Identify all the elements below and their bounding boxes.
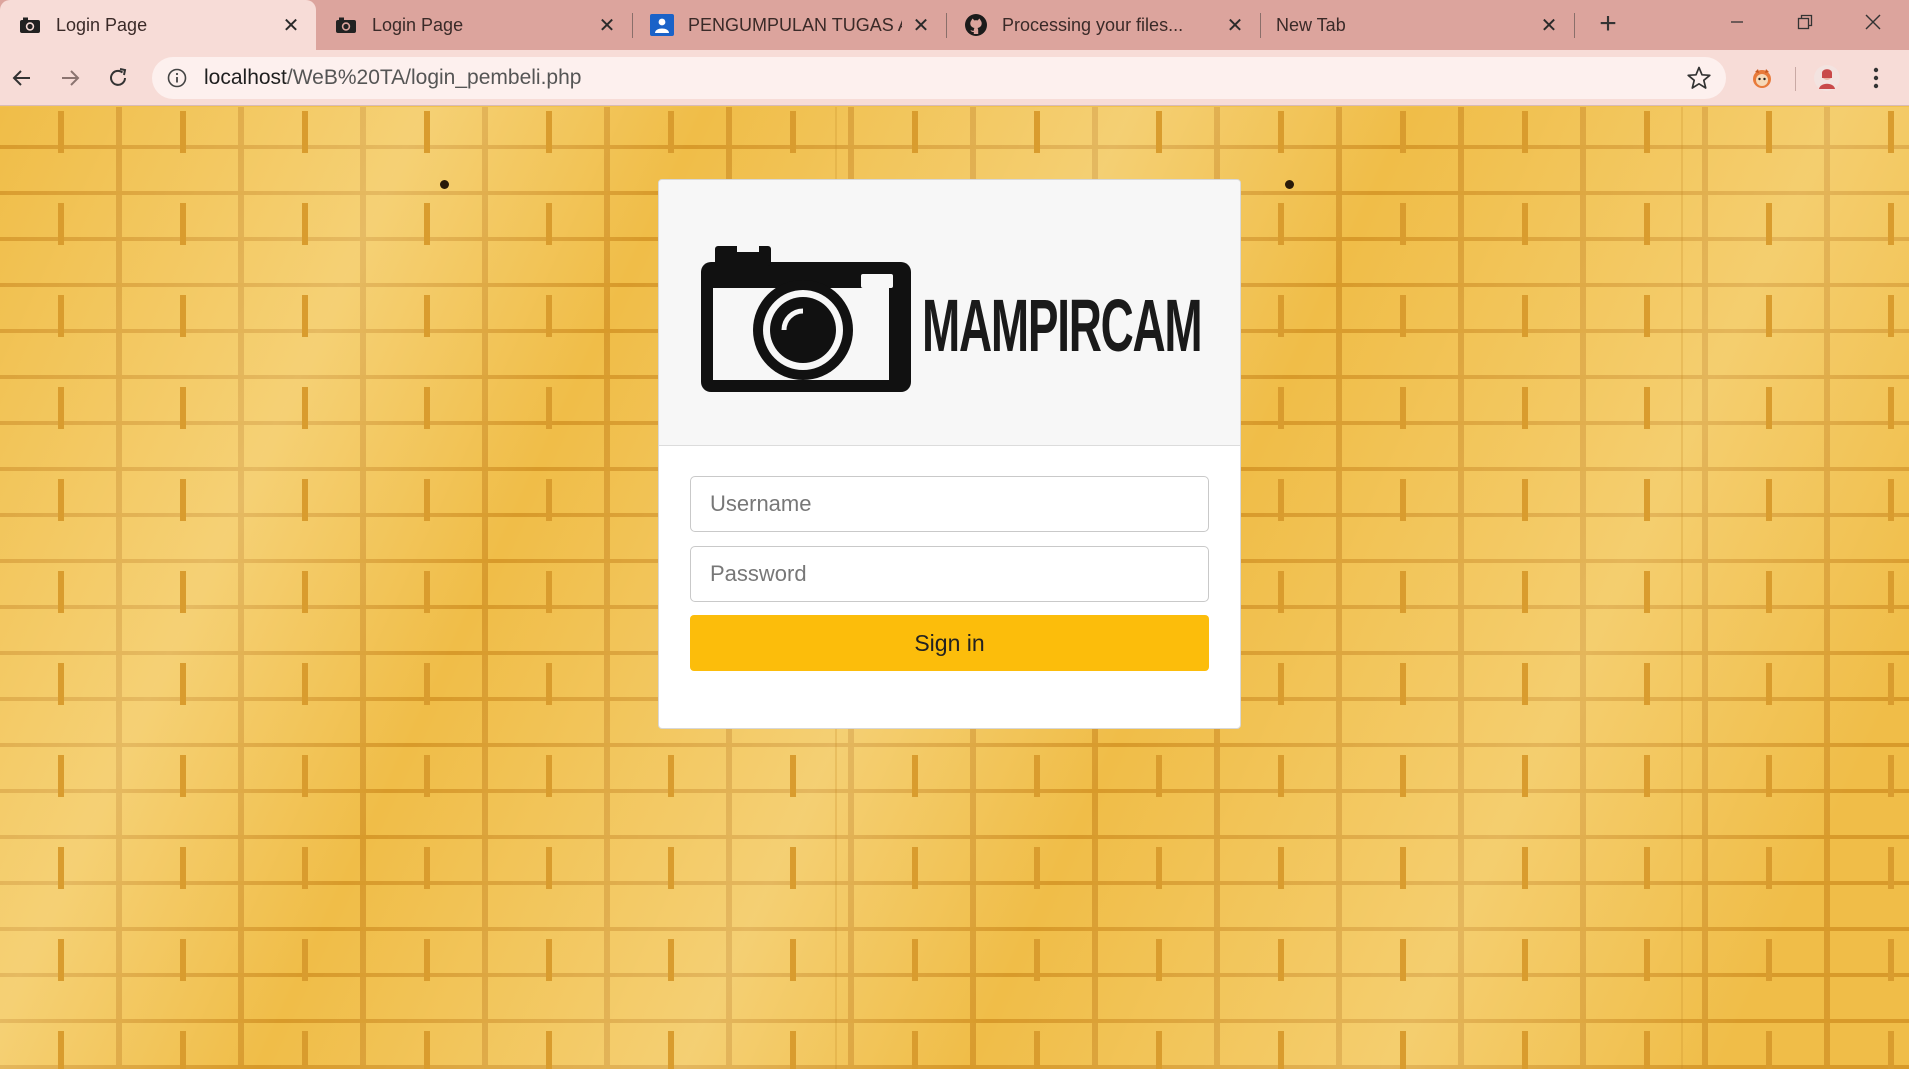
url-host: localhost [204, 66, 287, 89]
tab-title: PENGUMPULAN TUGAS AK [688, 14, 902, 35]
browser-toolbar: localhost/WeB%20TA/login_pembeli.php [0, 50, 1909, 106]
username-input[interactable] [690, 476, 1209, 532]
tab-pengumpulan-tugas[interactable]: PENGUMPULAN TUGAS AK ✕ [632, 0, 946, 50]
wall-nail [440, 180, 449, 189]
menu-dots-icon[interactable] [1860, 62, 1892, 94]
tab-new-tab[interactable]: New Tab ✕ [1260, 0, 1574, 50]
brick-pattern [0, 1031, 1909, 1069]
url-text: localhost/WeB%20TA/login_pembeli.php [204, 66, 581, 90]
login-card-header: MAMPIRCAM [659, 180, 1240, 446]
camera-icon [18, 13, 42, 37]
profile-avatar[interactable] [1811, 62, 1843, 94]
tab-separator [1574, 13, 1575, 38]
back-icon[interactable] [6, 62, 38, 94]
brick-pattern [0, 847, 1909, 889]
github-icon [964, 13, 988, 37]
toolbar-divider [1795, 67, 1796, 91]
brick-pattern [0, 111, 1909, 153]
brand-name: MAMPIRCAM [922, 284, 1203, 367]
close-icon[interactable]: ✕ [280, 14, 302, 37]
tab-processing-files[interactable]: Processing your files... ✕ [946, 0, 1260, 50]
new-tab-button[interactable]: + [1592, 9, 1624, 41]
password-input[interactable] [690, 546, 1209, 602]
url-path: /WeB%20TA/login_pembeli.php [286, 66, 582, 89]
close-icon[interactable]: ✕ [1538, 14, 1560, 37]
address-bar[interactable]: localhost/WeB%20TA/login_pembeli.php [152, 57, 1726, 99]
close-icon[interactable]: ✕ [596, 14, 618, 37]
close-icon[interactable]: ✕ [910, 14, 932, 37]
brick-pattern [0, 755, 1909, 797]
camera-logo-icon [701, 244, 911, 392]
window-close-icon[interactable] [1839, 0, 1907, 44]
login-card: MAMPIRCAM Sign in [658, 179, 1241, 729]
wall-nail [1285, 180, 1294, 189]
tab-strip: Login Page ✕ Login Page ✕ PENGUMPULAN TU… [0, 0, 1909, 50]
tab-login-page-2[interactable]: Login Page ✕ [316, 0, 632, 50]
close-icon[interactable]: ✕ [1224, 14, 1246, 37]
tab-title: New Tab [1276, 14, 1346, 35]
extension-icon[interactable] [1746, 62, 1778, 94]
bookmark-star-icon[interactable] [1686, 65, 1712, 91]
tab-login-page-1[interactable]: Login Page ✕ [0, 0, 316, 50]
reload-icon[interactable] [102, 62, 134, 94]
tab-title: Processing your files... [1002, 14, 1184, 35]
brick-pattern [0, 939, 1909, 981]
forward-icon[interactable] [54, 62, 86, 94]
sign-in-button[interactable]: Sign in [690, 615, 1209, 671]
tab-title: Login Page [56, 14, 148, 35]
tab-title: Login Page [372, 14, 464, 35]
login-form: Sign in [659, 446, 1240, 671]
camera-icon [334, 13, 358, 37]
restore-icon[interactable] [1771, 0, 1839, 44]
info-icon[interactable] [166, 67, 188, 89]
login-page-background: MAMPIRCAM Sign in [0, 107, 1909, 1069]
minimize-icon[interactable] [1703, 0, 1771, 44]
background-tile-seam [1681, 107, 1683, 1069]
classroom-icon [650, 13, 674, 37]
